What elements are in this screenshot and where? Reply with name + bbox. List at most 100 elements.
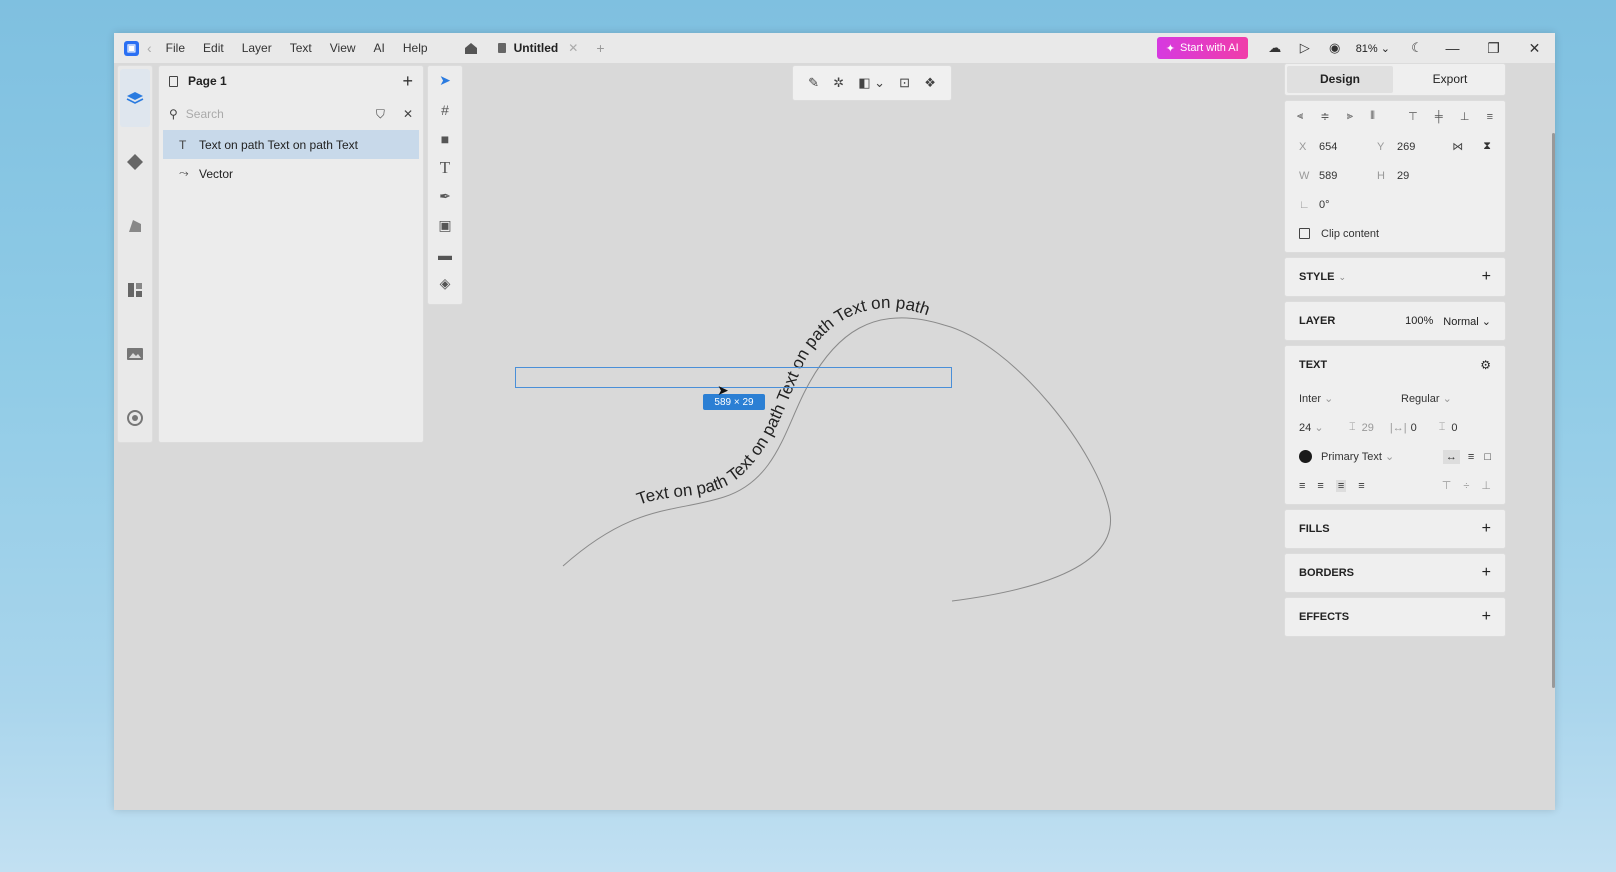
page-selector[interactable]: Page 1 + — [159, 66, 423, 96]
height-field[interactable]: 29 — [1397, 170, 1449, 182]
zoom-level[interactable]: 81% ⌄ — [1356, 42, 1390, 55]
add-effect-icon[interactable]: + — [1482, 608, 1491, 626]
home-icon[interactable] — [464, 41, 478, 55]
valign-bottom-icon[interactable]: ⊥ — [1481, 479, 1491, 492]
blend-mode-select[interactable]: Normal ⌄ — [1443, 315, 1491, 328]
plugins-nav-icon[interactable] — [120, 261, 150, 319]
text-align-right-icon[interactable]: ≡ — [1335, 479, 1347, 492]
add-page-icon[interactable]: + — [402, 71, 413, 92]
layer-opacity[interactable]: 100% — [1405, 315, 1433, 328]
layer-item-vector[interactable]: ⤳ Vector — [159, 159, 423, 188]
align-middle-icon[interactable]: ╪ — [1435, 111, 1443, 123]
layers-nav-icon[interactable] — [120, 69, 150, 127]
auto-width-icon[interactable]: ↔ — [1442, 449, 1460, 464]
component-tool-icon[interactable]: ▬ — [428, 240, 462, 269]
align-bottom-icon[interactable]: ⊥ — [1460, 110, 1470, 123]
start-with-ai-button[interactable]: ✦ Start with AI — [1156, 37, 1248, 59]
font-family-select[interactable]: Inter ⌄ — [1299, 392, 1401, 405]
selection-box[interactable] — [515, 367, 952, 388]
magic-icon[interactable]: ✲ — [833, 75, 844, 91]
distribute-v-icon[interactable]: ≡ — [1487, 111, 1493, 123]
add-style-icon[interactable]: + — [1482, 268, 1491, 286]
font-size-select[interactable]: 24 ⌄ — [1299, 421, 1349, 434]
dark-mode-icon[interactable]: ☾ — [1402, 40, 1432, 56]
menu-file[interactable]: File — [166, 41, 185, 55]
style-section[interactable]: STYLE ⌄ + — [1285, 258, 1505, 296]
auto-height-icon[interactable]: ≡ — [1468, 451, 1474, 463]
menu-text[interactable]: Text — [290, 41, 312, 55]
y-field[interactable]: 269 — [1397, 141, 1449, 153]
scrollbar[interactable] — [1552, 133, 1555, 688]
search-input[interactable]: Search — [186, 107, 376, 121]
text-tool-icon[interactable]: T — [428, 153, 462, 182]
boolean-ops-icon[interactable]: ◧ ⌄ — [858, 75, 885, 91]
app-window: ▣ ‹ File Edit Layer Text View AI Help Un… — [114, 33, 1555, 810]
menu-layer[interactable]: Layer — [242, 41, 272, 55]
rotation-icon: ∟ — [1299, 198, 1310, 211]
minimize-icon[interactable]: — — [1432, 40, 1473, 56]
tab-untitled[interactable]: Untitled ✕ — [497, 41, 578, 55]
valign-top-icon[interactable]: ⊤ — [1442, 479, 1452, 492]
preview-eye-icon[interactable]: ◉ — [1320, 40, 1350, 56]
cloud-upload-icon[interactable]: ☁ — [1260, 40, 1290, 56]
frame-tool-icon[interactable]: # — [428, 95, 462, 124]
plugins-tool-icon[interactable]: ◈ — [428, 269, 462, 298]
text-align-justify-icon[interactable]: ≡ — [1358, 480, 1364, 492]
close-tab-icon[interactable]: ✕ — [568, 41, 578, 55]
crop-icon[interactable]: ⊡ — [899, 75, 910, 91]
components-nav-icon[interactable] — [120, 133, 150, 191]
tab-design[interactable]: Design — [1287, 66, 1393, 93]
menu-ai[interactable]: AI — [374, 41, 385, 55]
images-nav-icon[interactable] — [120, 325, 150, 383]
clip-content-checkbox[interactable] — [1299, 228, 1310, 239]
color-swatch[interactable] — [1299, 450, 1312, 463]
filter-icon[interactable]: ⛉ — [376, 107, 385, 122]
layer-item-text-on-path[interactable]: T Text on path Text on path Text — [163, 130, 419, 159]
rotation-field[interactable]: 0° — [1319, 199, 1330, 211]
paragraph-spacing-field[interactable]: 0 — [1451, 422, 1457, 434]
valign-middle-icon[interactable]: ÷ — [1463, 480, 1469, 492]
flip-horizontal-icon[interactable]: ⋈ — [1452, 140, 1463, 153]
pen-tool-icon[interactable]: ✒ — [428, 182, 462, 211]
letter-spacing-field[interactable]: 0 — [1411, 422, 1417, 434]
align-top-icon[interactable]: ⊤ — [1408, 110, 1418, 123]
x-field[interactable]: 654 — [1319, 141, 1371, 153]
close-window-icon[interactable]: ✕ — [1514, 40, 1555, 57]
text-color-select[interactable]: Primary Text ⌄ — [1321, 450, 1394, 463]
add-fill-icon[interactable]: + — [1482, 520, 1491, 538]
collapse-all-icon[interactable]: ✕ — [403, 107, 413, 121]
text-align-left-icon[interactable]: ≡ — [1299, 480, 1305, 492]
menu-edit[interactable]: Edit — [203, 41, 224, 55]
text-settings-icon[interactable]: ⚙ — [1480, 358, 1491, 372]
add-border-icon[interactable]: + — [1482, 564, 1491, 582]
image-tool-icon[interactable]: ▣ — [428, 211, 462, 240]
flip-vertical-icon[interactable]: ⧗ — [1483, 140, 1491, 153]
component-icon[interactable]: ❖ — [924, 75, 936, 91]
vector-path[interactable] — [562, 317, 1111, 602]
font-weight-select[interactable]: Regular ⌄ — [1401, 392, 1452, 405]
align-right-icon[interactable]: ⫸ — [1347, 110, 1353, 123]
restore-icon[interactable]: ❐ — [1473, 40, 1514, 57]
select-tool-icon[interactable]: ➤ — [428, 66, 462, 95]
app-logo[interactable]: ▣ — [124, 40, 139, 56]
menu-help[interactable]: Help — [403, 41, 428, 55]
line-height-field[interactable]: 29 — [1362, 422, 1374, 434]
text-align-center-icon[interactable]: ≡ — [1317, 480, 1323, 492]
tab-export[interactable]: Export — [1397, 66, 1503, 93]
play-icon[interactable]: ▷ — [1290, 40, 1320, 56]
width-field[interactable]: 589 — [1319, 170, 1371, 182]
rectangle-tool-icon[interactable]: ■ — [428, 124, 462, 153]
align-center-h-icon[interactable]: ≑ — [1320, 110, 1329, 123]
assets-nav-icon[interactable] — [120, 197, 150, 255]
add-tab-icon[interactable]: + — [596, 40, 604, 56]
menu-view[interactable]: View — [330, 41, 356, 55]
path-text[interactable]: Text on path Text on path Text on path T… — [634, 293, 932, 509]
fixed-size-icon[interactable]: □ — [1484, 451, 1491, 463]
settings-nav-icon[interactable] — [120, 389, 150, 447]
pencil-icon[interactable]: ✎ — [808, 75, 819, 91]
align-left-icon[interactable]: ⫷ — [1297, 110, 1303, 123]
distribute-h-icon[interactable]: ⦀ — [1370, 110, 1375, 123]
back-arrow-icon[interactable]: ‹ — [147, 40, 152, 56]
sparkle-icon: ✦ — [1165, 42, 1175, 55]
zoom-value: 81% — [1355, 42, 1378, 55]
